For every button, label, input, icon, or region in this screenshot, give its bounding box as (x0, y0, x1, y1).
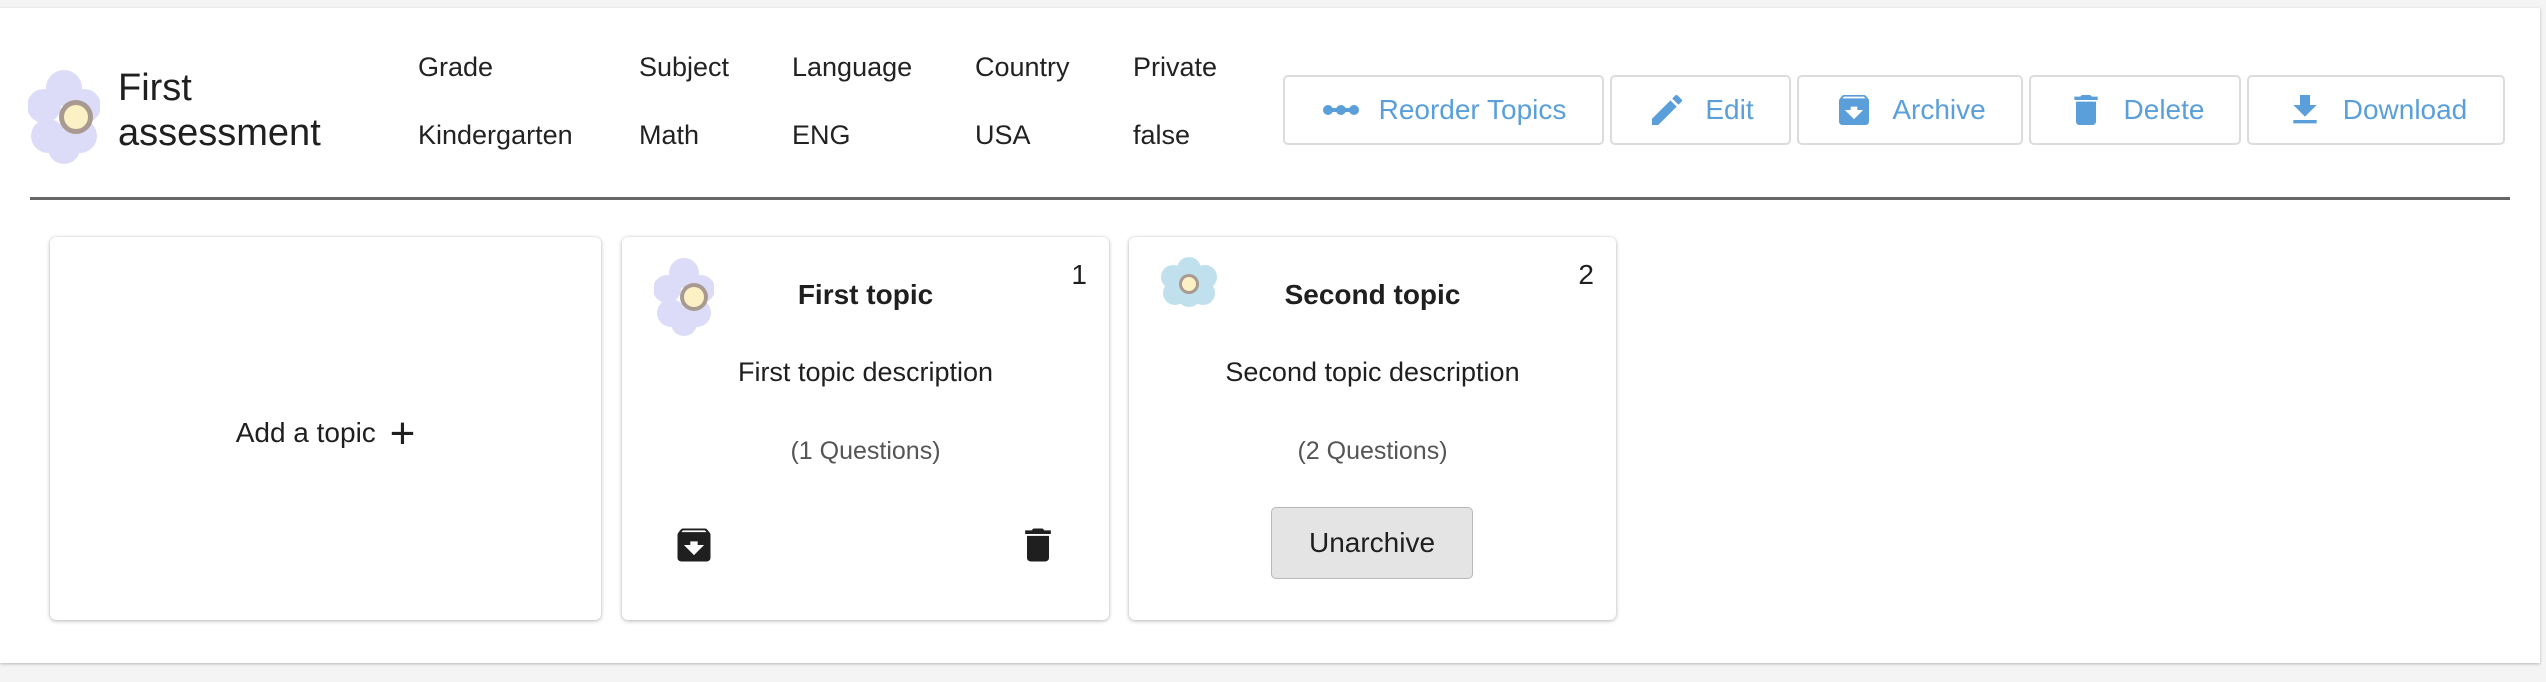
meta-label-country: Country (975, 52, 1070, 82)
assessment-title: First assessment (118, 67, 321, 154)
flower-logo-icon (28, 70, 100, 164)
header-divider (30, 197, 2510, 200)
pencil-icon (1652, 94, 1683, 125)
archive-button[interactable]: Archive (1797, 75, 2023, 145)
meta-label-private: Private (1133, 52, 1218, 82)
archive-label: Archive (1892, 94, 1986, 125)
meta-label-language: Language (792, 52, 913, 82)
delete-button[interactable]: Delete (2029, 75, 2241, 145)
archive-topic-button[interactable] (672, 523, 716, 567)
add-topic-card[interactable]: Add a topic + (50, 237, 601, 620)
archive-icon (677, 528, 711, 562)
edit-button[interactable]: Edit (1610, 75, 1791, 145)
download-icon (2293, 95, 2317, 124)
trash-icon (1025, 528, 1051, 562)
archive-icon (1839, 94, 1870, 125)
topic-card-1[interactable]: 1 First topic First topic description (1… (622, 237, 1109, 620)
topic-description: First topic description (737, 357, 994, 387)
topic-question-count: (2 Questions) (1297, 437, 1448, 465)
meta-value-grade: Kindergarten (418, 120, 573, 150)
topic-title: First topic (797, 279, 934, 310)
topic-description: Second topic description (1225, 357, 1520, 387)
download-label: Download (2342, 94, 2468, 125)
reorder-icon (1322, 105, 1359, 115)
add-topic-label: Add a topic (235, 417, 376, 448)
topic-card-2[interactable]: 2 Second topic Second topic description … (1129, 237, 1616, 620)
trash-icon (2073, 95, 2098, 125)
unarchive-button[interactable]: Unarchive (1271, 507, 1473, 579)
reorder-topics-button[interactable]: Reorder Topics (1283, 75, 1604, 145)
topic-title: Second topic (1284, 279, 1461, 310)
meta-label-subject: Subject (639, 52, 730, 82)
delete-topic-button[interactable] (1016, 523, 1060, 567)
plus-icon: + (389, 409, 416, 458)
add-topic-button[interactable]: Add a topic + (50, 409, 601, 459)
meta-label-grade: Grade (418, 52, 494, 82)
meta-value-private: false (1133, 120, 1191, 150)
meta-value-language: ENG (792, 120, 851, 150)
reorder-topics-label: Reorder Topics (1378, 94, 1567, 125)
download-button[interactable]: Download (2247, 75, 2505, 145)
topic-question-count: (1 Questions) (790, 437, 941, 465)
edit-label: Edit (1705, 94, 1754, 125)
assessment-panel: First assessment Grade Kindergarten Subj… (0, 8, 2540, 663)
meta-value-subject: Math (639, 120, 700, 150)
meta-value-country: USA (975, 120, 1031, 150)
delete-label: Delete (2123, 94, 2205, 125)
